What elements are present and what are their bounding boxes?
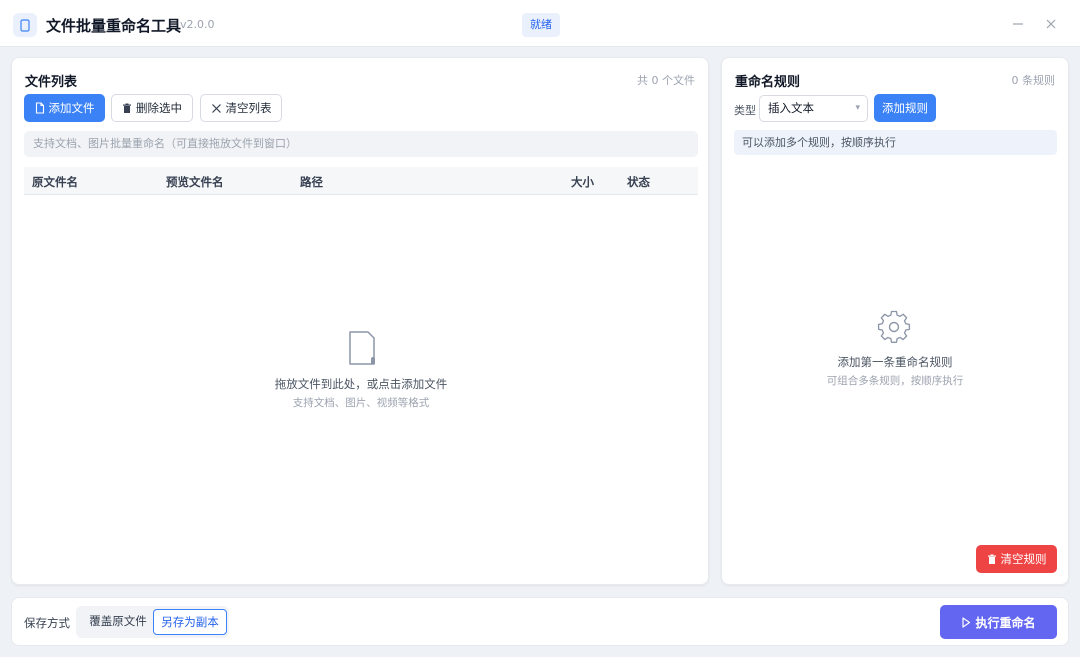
delete-selected-button[interactable]: 删除选中 — [111, 94, 193, 122]
delete-selected-label: 删除选中 — [136, 101, 182, 115]
minimize-button[interactable] — [1008, 14, 1028, 34]
rules-count: 0 条规则 — [1011, 74, 1056, 87]
empty-state-title: 拖放文件到此处，或点击添加文件 — [274, 377, 448, 391]
minimize-icon — [1013, 23, 1023, 25]
app-title: 文件批量重命名工具 — [46, 17, 182, 35]
add-rule-button[interactable]: 添加规则 — [874, 94, 936, 122]
close-button[interactable] — [1041, 14, 1061, 34]
file-table-header: 原文件名 预览文件名 路径 大小 状态 — [24, 167, 698, 195]
trash-icon — [123, 103, 131, 113]
play-icon — [962, 616, 971, 628]
execute-rename-label: 执行重命名 — [975, 615, 1036, 630]
clear-list-label: 清空列表 — [225, 101, 272, 115]
column-header-path[interactable]: 路径 — [300, 174, 323, 190]
rules-info: 可以添加多个规则，按顺序执行 — [734, 130, 1057, 155]
rules-empty-subtitle: 可组合多条规则，按顺序执行 — [826, 375, 964, 387]
trash-icon — [987, 554, 996, 564]
rules-panel: 重命名规则 0 条规则 类型 插入文本 ▾ 添加规则 可以添加多个规则，按顺序执… — [721, 57, 1069, 585]
execute-rename-button[interactable]: 执行重命名 — [940, 605, 1057, 639]
title-bar: 文件批量重命名工具 v2.0.0 就绪 — [0, 0, 1080, 47]
save-mode-copy[interactable]: 另存为副本 — [153, 609, 227, 635]
save-mode-toggle: 覆盖原文件 另存为副本 — [76, 606, 229, 638]
save-mode-label: 保存方式 — [24, 616, 70, 630]
column-header-size[interactable]: 大小 — [571, 174, 594, 190]
close-icon — [1046, 19, 1056, 29]
add-file-button[interactable]: 添加文件 — [24, 94, 105, 122]
drop-hint: 支持文档、图片批量重命名（可直接拖放文件到窗口） — [24, 131, 698, 157]
clear-rules-button[interactable]: 清空规则 — [976, 545, 1057, 573]
gear-icon — [877, 310, 911, 347]
close-icon — [211, 103, 221, 113]
status-badge: 就绪 — [522, 13, 560, 37]
app-logo-icon — [13, 13, 37, 37]
column-header-status[interactable]: 状态 — [627, 174, 650, 190]
add-file-label: 添加文件 — [48, 101, 95, 115]
file-list-panel: 文件列表 共 0 个文件 添加文件 删除选中 清空列表 支持文档、图片批量重命名… — [11, 57, 709, 585]
app-version: v2.0.0 — [180, 18, 215, 31]
file-count: 共 0 个文件 — [637, 74, 695, 87]
rule-type-label: 类型 — [734, 104, 756, 117]
footer-bar: 保存方式 覆盖原文件 另存为副本 执行重命名 — [11, 597, 1069, 646]
file-list-title: 文件列表 — [25, 75, 78, 90]
chevron-down-icon: ▾ — [855, 103, 860, 113]
clear-list-button[interactable]: 清空列表 — [200, 94, 282, 122]
save-mode-overwrite[interactable]: 覆盖原文件 — [82, 609, 154, 635]
rules-title: 重命名规则 — [735, 75, 801, 90]
file-icon — [35, 102, 44, 114]
document-icon — [347, 330, 377, 369]
column-header-preview-name[interactable]: 预览文件名 — [166, 174, 224, 190]
rule-type-value: 插入文本 — [768, 101, 814, 115]
file-drop-zone[interactable]: 拖放文件到此处，或点击添加文件 支持文档、图片、视频等格式 — [24, 196, 698, 576]
add-rule-label: 添加规则 — [882, 101, 928, 115]
column-header-original-name[interactable]: 原文件名 — [32, 174, 78, 190]
clear-rules-label: 清空规则 — [1000, 552, 1047, 566]
rules-empty-title: 添加第一条重命名规则 — [837, 355, 953, 369]
empty-state-subtitle: 支持文档、图片、视频等格式 — [292, 397, 430, 409]
rule-type-select[interactable]: 插入文本 ▾ — [759, 95, 868, 122]
